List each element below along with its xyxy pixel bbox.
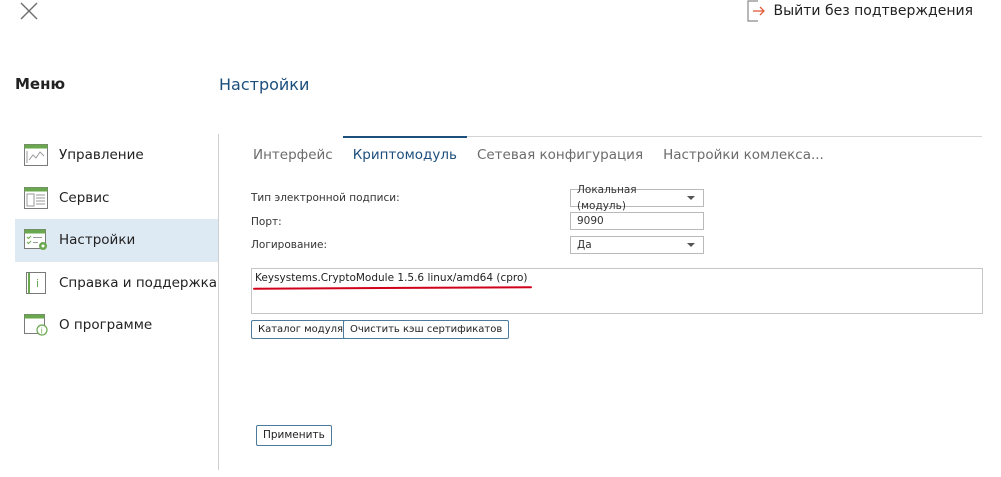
- page-title: Настройки: [219, 75, 310, 94]
- apply-button[interactable]: Применить: [256, 425, 332, 446]
- svg-text:i: i: [41, 327, 43, 336]
- signature-type-select[interactable]: Локальная (модуль): [570, 184, 704, 212]
- dashboard-icon: [23, 143, 49, 167]
- port-input[interactable]: [577, 213, 697, 229]
- settings-tabs: Интерфейс Криптомодуль Сетевая конфигура…: [243, 136, 834, 170]
- help-icon: i: [23, 271, 49, 295]
- sidebar-item-settings[interactable]: Настройки: [15, 219, 218, 262]
- sidebar-item-management[interactable]: Управление: [15, 134, 218, 177]
- sidebar: Управление Сервис Настройки i Справка и …: [15, 134, 218, 347]
- chevron-down-icon: [687, 243, 695, 247]
- logout-icon: [746, 0, 766, 22]
- tab-cryptomodule[interactable]: Криптомодуль: [342, 136, 467, 170]
- sidebar-item-label: Настройки: [59, 232, 136, 249]
- close-icon: [20, 2, 38, 20]
- sidebar-item-label: Управление: [59, 147, 144, 164]
- logout-label: Выйти без подтверждения: [773, 3, 974, 19]
- sidebar-item-help[interactable]: i Справка и поддержка: [15, 262, 218, 305]
- module-info-line: Keysystems.CryptoModule 1.5.6 linux/amd6…: [252, 272, 532, 290]
- logging-label: Логирование:: [251, 239, 328, 251]
- sidebar-item-label: Сервис: [59, 189, 110, 206]
- logging-select[interactable]: Да: [570, 236, 704, 254]
- signature-type-value: Локальная (модуль): [577, 184, 637, 212]
- tab-complex-settings[interactable]: Настройки комлекса...: [653, 136, 834, 170]
- logout-button[interactable]: Выйти без подтверждения: [746, 0, 974, 22]
- port-field[interactable]: [570, 212, 704, 230]
- port-label: Порт:: [251, 216, 282, 228]
- about-icon: i: [23, 313, 49, 337]
- sidebar-divider: [218, 134, 219, 470]
- sidebar-item-service[interactable]: Сервис: [15, 177, 218, 220]
- signature-type-label: Тип электронной подписи:: [251, 192, 400, 204]
- sidebar-item-about[interactable]: i О программе: [15, 304, 218, 347]
- tab-interface[interactable]: Интерфейс: [243, 136, 343, 170]
- annotation-underline: [252, 286, 532, 290]
- module-info-text: Keysystems.CryptoModule 1.5.6 linux/amd6…: [255, 272, 528, 284]
- module-info-box[interactable]: Keysystems.CryptoModule 1.5.6 linux/amd6…: [251, 268, 983, 314]
- svg-text:i: i: [36, 277, 39, 290]
- chevron-down-icon: [687, 196, 695, 200]
- menu-title: Меню: [15, 75, 66, 93]
- logging-value: Да: [577, 239, 592, 251]
- settings-icon: [23, 228, 49, 252]
- sidebar-item-label: О программе: [59, 317, 153, 334]
- sidebar-item-label: Справка и поддержка: [59, 274, 218, 291]
- tab-network-config[interactable]: Сетевая конфигурация: [467, 136, 653, 170]
- close-button[interactable]: [19, 2, 39, 20]
- module-catalog-button[interactable]: Каталог модуля: [251, 320, 351, 339]
- clear-cert-cache-button[interactable]: Очистить кэш сертификатов: [343, 320, 510, 339]
- service-icon: [23, 186, 49, 210]
